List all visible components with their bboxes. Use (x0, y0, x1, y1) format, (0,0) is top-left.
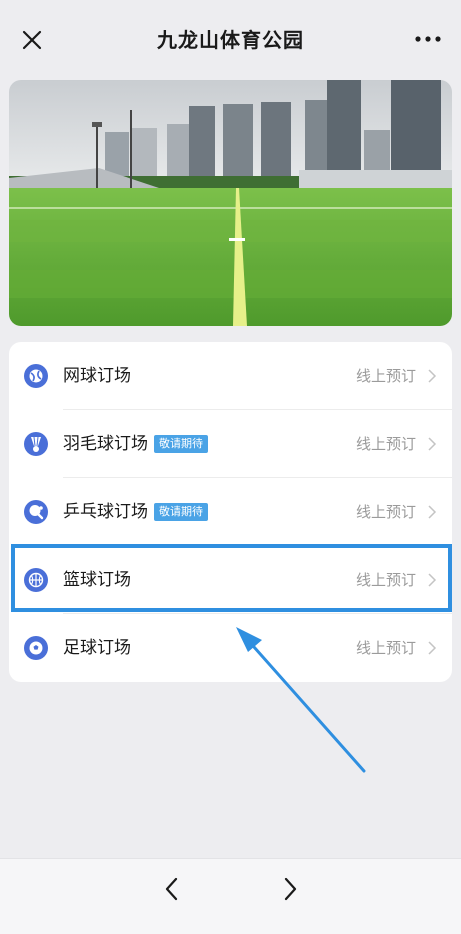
book-online-label: 线上预订 (355, 503, 416, 521)
tennis-icon (24, 364, 48, 388)
table-tennis-icon (24, 500, 48, 524)
badminton-icon (24, 432, 48, 456)
more-dots-icon[interactable] (413, 28, 443, 50)
chevron-right-icon (428, 505, 437, 519)
chevron-right-icon (428, 641, 437, 655)
page-title: 九龙山体育公园 (157, 28, 304, 52)
venue-name: 羽毛球订场 敬请期待 (63, 432, 208, 456)
venue-name: 网球订场 (63, 366, 131, 386)
coming-soon-tag: 敬请期待 (154, 435, 208, 453)
venue-row-football[interactable]: 足球订场 线上预订 (9, 614, 452, 682)
basketball-icon (24, 568, 48, 592)
bottom-navigation-bar (0, 858, 461, 934)
venue-list-card: 网球订场 线上预订 羽毛球订场 敬请期待 线上预订 乒乓球订场 敬请期待 线上预订 (9, 342, 452, 682)
chevron-left-icon[interactable] (160, 875, 184, 903)
chevron-right-icon (428, 369, 437, 383)
venue-row-badminton[interactable]: 羽毛球订场 敬请期待 线上预订 (9, 410, 452, 478)
chevron-right-icon[interactable] (278, 875, 302, 903)
venue-name: 足球订场 (63, 638, 131, 658)
venue-row-basketball[interactable]: 篮球订场 线上预订 (9, 546, 452, 614)
venue-row-table-tennis[interactable]: 乒乓球订场 敬请期待 线上预订 (9, 478, 452, 546)
book-online-label: 线上预订 (355, 639, 416, 657)
chevron-right-icon (428, 437, 437, 451)
book-online-label: 线上预订 (355, 367, 416, 385)
venue-name: 篮球订场 (63, 570, 131, 590)
chevron-right-icon (428, 573, 437, 587)
stadium-banner-image (9, 80, 452, 326)
coming-soon-tag: 敬请期待 (154, 503, 208, 521)
football-icon (24, 636, 48, 660)
venue-row-tennis[interactable]: 网球订场 线上预订 (9, 342, 452, 410)
book-online-label: 线上预订 (355, 571, 416, 589)
venue-name: 乒乓球订场 敬请期待 (63, 500, 208, 524)
book-online-label: 线上预订 (355, 435, 416, 453)
top-navigation-bar: 九龙山体育公园 (0, 0, 461, 78)
